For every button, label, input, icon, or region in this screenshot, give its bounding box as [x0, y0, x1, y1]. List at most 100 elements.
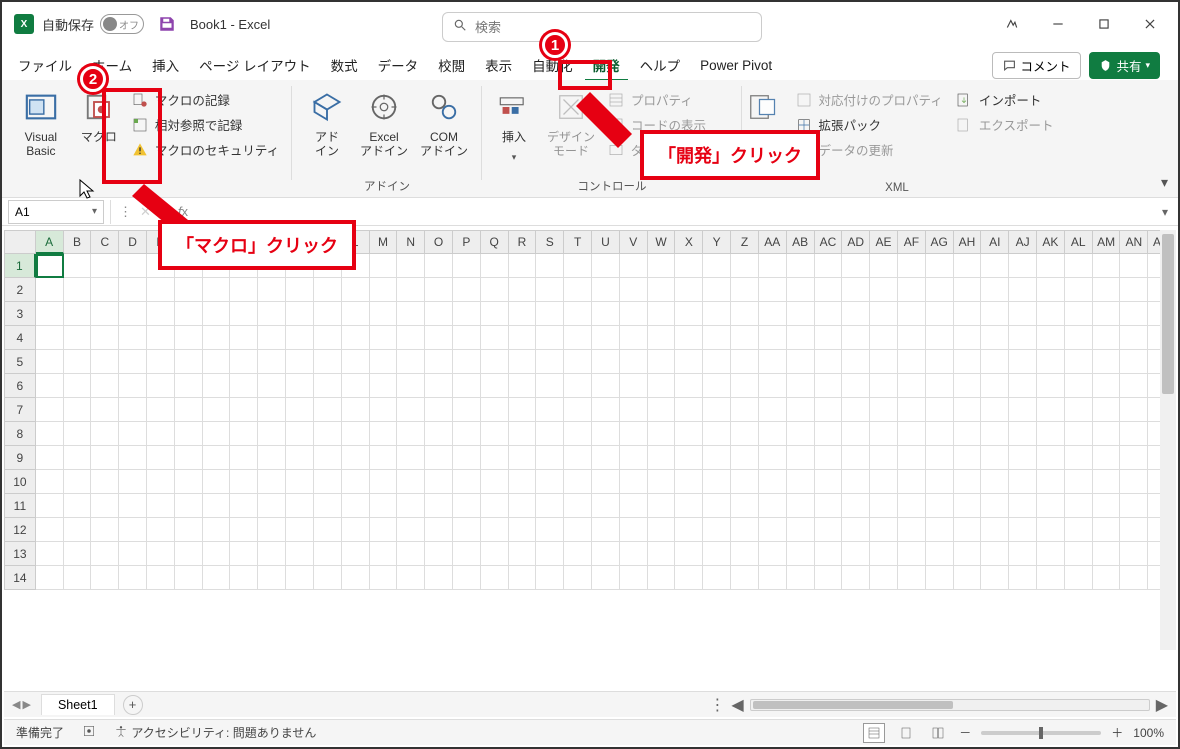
cell[interactable]	[1065, 326, 1093, 350]
cell[interactable]	[286, 470, 314, 494]
cell[interactable]	[91, 350, 119, 374]
cell[interactable]	[230, 494, 258, 518]
cell[interactable]	[759, 278, 787, 302]
cell[interactable]	[119, 254, 147, 278]
cell[interactable]	[175, 350, 203, 374]
cell[interactable]	[64, 278, 92, 302]
cell[interactable]	[147, 350, 175, 374]
cell[interactable]	[119, 566, 147, 590]
cell[interactable]	[1065, 470, 1093, 494]
cell[interactable]	[286, 542, 314, 566]
cell[interactable]	[425, 518, 453, 542]
cell[interactable]	[425, 350, 453, 374]
cell[interactable]	[36, 374, 64, 398]
cell[interactable]	[648, 446, 676, 470]
cell[interactable]	[175, 566, 203, 590]
cell[interactable]	[954, 470, 982, 494]
cell[interactable]	[648, 254, 676, 278]
cell[interactable]	[620, 278, 648, 302]
cell[interactable]	[1037, 518, 1065, 542]
cell[interactable]	[926, 446, 954, 470]
cell[interactable]	[620, 518, 648, 542]
cell[interactable]	[425, 470, 453, 494]
cell[interactable]	[1093, 446, 1121, 470]
cell[interactable]	[175, 302, 203, 326]
cell[interactable]	[1037, 542, 1065, 566]
cell[interactable]	[731, 446, 759, 470]
cell[interactable]	[147, 422, 175, 446]
cell[interactable]	[453, 422, 481, 446]
cell[interactable]	[898, 470, 926, 494]
cell[interactable]	[1065, 398, 1093, 422]
cell[interactable]	[870, 470, 898, 494]
cell[interactable]	[620, 494, 648, 518]
cell[interactable]	[592, 326, 620, 350]
cell[interactable]	[119, 494, 147, 518]
cell[interactable]	[898, 326, 926, 350]
cell[interactable]	[954, 302, 982, 326]
cell[interactable]	[342, 494, 370, 518]
cell[interactable]	[815, 542, 843, 566]
comments-button[interactable]: コメント	[992, 52, 1081, 79]
cell[interactable]	[731, 422, 759, 446]
worksheet-grid[interactable]: ABCDEFGHIJKLMNOPQRSTUVWXYZAAABACADAEAFAG…	[4, 230, 1176, 717]
cell[interactable]	[91, 494, 119, 518]
column-header[interactable]: AG	[926, 230, 954, 254]
cell[interactable]	[314, 278, 342, 302]
cell[interactable]	[258, 278, 286, 302]
cell[interactable]	[675, 374, 703, 398]
cell[interactable]	[648, 518, 676, 542]
cell[interactable]	[203, 446, 231, 470]
cell[interactable]	[1093, 398, 1121, 422]
cell[interactable]	[842, 326, 870, 350]
column-header[interactable]: AJ	[1009, 230, 1037, 254]
cell[interactable]	[203, 350, 231, 374]
privacy-icon[interactable]	[998, 10, 1026, 38]
cell[interactable]	[731, 350, 759, 374]
cell[interactable]	[954, 398, 982, 422]
cell[interactable]	[64, 422, 92, 446]
cell[interactable]	[370, 446, 398, 470]
com-addins-button[interactable]: COM アドイン	[414, 86, 474, 163]
cell[interactable]	[564, 326, 592, 350]
cell[interactable]	[147, 566, 175, 590]
cell[interactable]	[787, 542, 815, 566]
cell[interactable]	[509, 398, 537, 422]
minimize-button[interactable]	[1044, 10, 1072, 38]
cell[interactable]	[509, 542, 537, 566]
cell[interactable]	[91, 566, 119, 590]
cell[interactable]	[703, 566, 731, 590]
cell[interactable]	[675, 422, 703, 446]
cell[interactable]	[648, 542, 676, 566]
cell[interactable]	[1093, 566, 1121, 590]
cell[interactable]	[509, 446, 537, 470]
cell[interactable]	[230, 278, 258, 302]
row-header[interactable]: 12	[4, 518, 36, 542]
cell[interactable]	[342, 302, 370, 326]
cell[interactable]	[425, 254, 453, 278]
cell[interactable]	[731, 398, 759, 422]
cell[interactable]	[926, 254, 954, 278]
cell[interactable]	[703, 374, 731, 398]
cell[interactable]	[147, 398, 175, 422]
cell[interactable]	[230, 302, 258, 326]
cell[interactable]	[1093, 542, 1121, 566]
cell[interactable]	[314, 542, 342, 566]
cell[interactable]	[564, 446, 592, 470]
insert-control-button[interactable]: 挿入 ▾	[487, 86, 541, 167]
cell[interactable]	[787, 446, 815, 470]
cell[interactable]	[648, 302, 676, 326]
cell[interactable]	[787, 278, 815, 302]
cell[interactable]	[981, 278, 1009, 302]
hscroll-menu-icon[interactable]: ⋮	[709, 695, 725, 715]
cell[interactable]	[926, 278, 954, 302]
cell[interactable]	[564, 518, 592, 542]
cell[interactable]	[787, 254, 815, 278]
cell[interactable]	[258, 518, 286, 542]
cell[interactable]	[119, 518, 147, 542]
cell[interactable]	[509, 374, 537, 398]
cell[interactable]	[1065, 518, 1093, 542]
cell[interactable]	[147, 470, 175, 494]
hscroll-right-icon[interactable]: ▶	[1156, 695, 1168, 715]
cell[interactable]	[481, 446, 509, 470]
